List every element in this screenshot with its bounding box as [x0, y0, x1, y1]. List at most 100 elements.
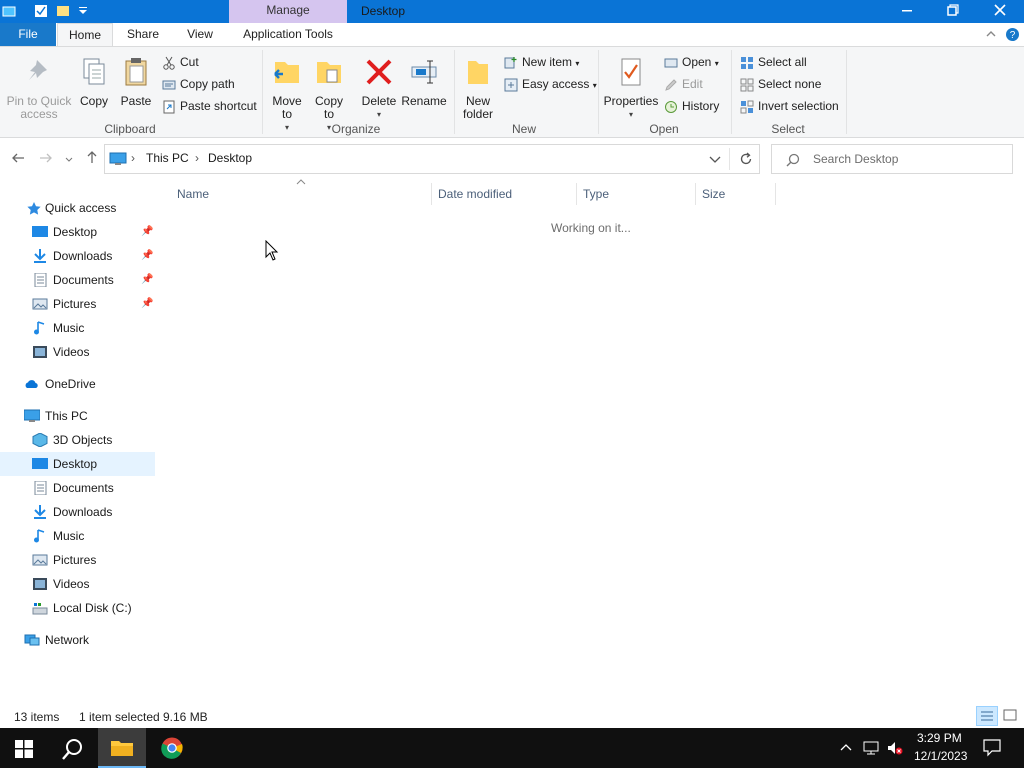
tab-share[interactable]: Share: [120, 23, 166, 46]
nav-item-label: Music: [53, 529, 85, 543]
pin-icon[interactable]: 📌: [141, 268, 153, 292]
start-button[interactable]: [0, 728, 48, 768]
nav-network[interactable]: Network: [0, 628, 155, 652]
paste-label: Paste: [120, 94, 152, 108]
nav-qa-music[interactable]: Music: [0, 316, 155, 340]
taskbar-clock-time[interactable]: 3:29 PM: [917, 731, 962, 745]
breadcrumb-this-pc[interactable]: This PC: [146, 151, 189, 165]
nav-qa-downloads[interactable]: Downloads 📌: [0, 244, 155, 268]
minimize-button[interactable]: [884, 0, 930, 23]
nav-qa-pictures[interactable]: Pictures 📌: [0, 292, 155, 316]
tab-file[interactable]: File: [0, 23, 56, 46]
address-history-dropdown-icon[interactable]: [709, 155, 721, 165]
move-to-label: Move to: [272, 94, 302, 121]
nav-qa-documents[interactable]: Documents 📌: [0, 268, 155, 292]
nav-this-pc[interactable]: This PC: [0, 404, 155, 428]
large-icons-view-icon: [1003, 709, 1017, 721]
select-all-button[interactable]: Select all: [740, 52, 807, 72]
action-center-icon[interactable]: [983, 739, 1001, 757]
volume-muted-icon[interactable]: [886, 740, 904, 756]
easy-access-button[interactable]: Easy access ▾: [504, 74, 597, 94]
copy-button[interactable]: Copy: [76, 56, 112, 108]
pictures-icon: [32, 554, 48, 566]
nav-pc-downloads[interactable]: Downloads: [0, 500, 155, 524]
nav-item-label: Downloads: [53, 249, 113, 263]
nav-item-label: Videos: [53, 577, 90, 591]
history-button[interactable]: History: [664, 96, 719, 116]
nav-pc-videos[interactable]: Videos: [0, 572, 155, 596]
recent-locations-button[interactable]: [62, 150, 76, 168]
nav-pc-music[interactable]: Music: [0, 524, 155, 548]
new-item-button[interactable]: New item ▾: [504, 52, 579, 72]
paste-button[interactable]: Paste: [118, 56, 154, 108]
copy-label: Copy: [79, 94, 108, 108]
column-header-size[interactable]: Size: [696, 183, 776, 205]
open-button[interactable]: Open ▾: [664, 52, 719, 72]
new-folder-qat-icon[interactable]: [56, 4, 70, 18]
invert-selection-icon: [740, 100, 754, 114]
manage-context-tab[interactable]: Manage: [229, 0, 347, 23]
breadcrumb-desktop[interactable]: Desktop: [208, 151, 252, 165]
up-button[interactable]: [82, 150, 102, 168]
nav-pc-documents[interactable]: Documents: [0, 476, 155, 500]
nav-qa-videos[interactable]: Videos: [0, 340, 155, 364]
taskbar-file-explorer[interactable]: [98, 728, 146, 768]
explorer-app-icon[interactable]: [2, 4, 16, 18]
properties-button[interactable]: Properties ▾: [602, 56, 660, 121]
taskbar-search-button[interactable]: [48, 728, 96, 768]
pin-icon[interactable]: 📌: [141, 220, 153, 244]
details-view-button[interactable]: [976, 706, 998, 726]
restore-button[interactable]: [930, 0, 976, 23]
nav-pc-pictures[interactable]: Pictures: [0, 548, 155, 572]
3d-objects-icon: [32, 433, 48, 447]
new-folder-button[interactable]: New folder: [458, 56, 498, 121]
paste-shortcut-button[interactable]: Paste shortcut: [162, 96, 257, 116]
properties-qat-icon[interactable]: [34, 4, 48, 18]
pin-icon[interactable]: 📌: [141, 244, 153, 268]
select-none-button[interactable]: Select none: [740, 74, 821, 94]
back-button[interactable]: [8, 150, 28, 168]
tab-application-tools[interactable]: Application Tools: [236, 23, 340, 46]
address-bar[interactable]: › This PC › Desktop: [104, 144, 760, 174]
network-status-icon[interactable]: [862, 740, 880, 756]
loading-status-text: Working on it...: [551, 221, 631, 235]
refresh-icon[interactable]: [739, 152, 753, 166]
qat-dropdown-icon[interactable]: [76, 4, 90, 18]
organize-group-label: Organize: [331, 122, 381, 136]
collapse-ribbon-icon[interactable]: [985, 29, 997, 39]
column-header-date-modified[interactable]: Date modified: [432, 183, 577, 205]
tab-home[interactable]: Home: [57, 23, 113, 46]
invert-selection-button[interactable]: Invert selection: [740, 96, 839, 116]
taskbar-chrome[interactable]: [148, 728, 196, 768]
properties-icon: [621, 58, 641, 86]
nav-qa-desktop[interactable]: Desktop 📌: [0, 220, 155, 244]
invert-selection-label: Invert selection: [758, 99, 839, 113]
nav-pc-local-disk[interactable]: Local Disk (C:): [0, 596, 155, 620]
column-header-name[interactable]: Name: [171, 183, 432, 205]
onedrive-cloud-icon: [25, 380, 38, 388]
move-to-button[interactable]: Move to ▾: [268, 56, 306, 134]
nav-onedrive[interactable]: OneDrive: [0, 372, 155, 396]
copy-path-button[interactable]: Copy path: [162, 74, 235, 94]
up-arrow-icon: [87, 151, 97, 163]
cut-button[interactable]: Cut: [162, 52, 199, 72]
help-icon[interactable]: ?: [1005, 27, 1020, 42]
forward-button[interactable]: [36, 150, 56, 168]
tab-view[interactable]: View: [178, 23, 222, 46]
pin-icon[interactable]: 📌: [141, 292, 153, 316]
search-box[interactable]: Search Desktop: [771, 144, 1013, 174]
nav-quick-access[interactable]: Quick access: [0, 196, 155, 220]
star-icon: [27, 202, 41, 215]
edit-button[interactable]: Edit: [664, 74, 703, 94]
column-header-type[interactable]: Type: [577, 183, 696, 205]
rename-button[interactable]: Rename: [400, 56, 448, 108]
taskbar-clock-date[interactable]: 12/1/2023: [914, 749, 967, 763]
delete-button[interactable]: Delete ▾: [360, 56, 398, 121]
nav-pc-desktop[interactable]: Desktop: [0, 452, 155, 476]
large-icons-view-button[interactable]: [1000, 706, 1022, 726]
rename-icon: [411, 60, 437, 84]
show-hidden-icons-icon[interactable]: [840, 742, 852, 752]
pin-to-quick-access-button[interactable]: Pin to Quick access: [4, 56, 74, 121]
nav-pc-3d-objects[interactable]: 3D Objects: [0, 428, 155, 452]
close-button[interactable]: [976, 0, 1024, 23]
